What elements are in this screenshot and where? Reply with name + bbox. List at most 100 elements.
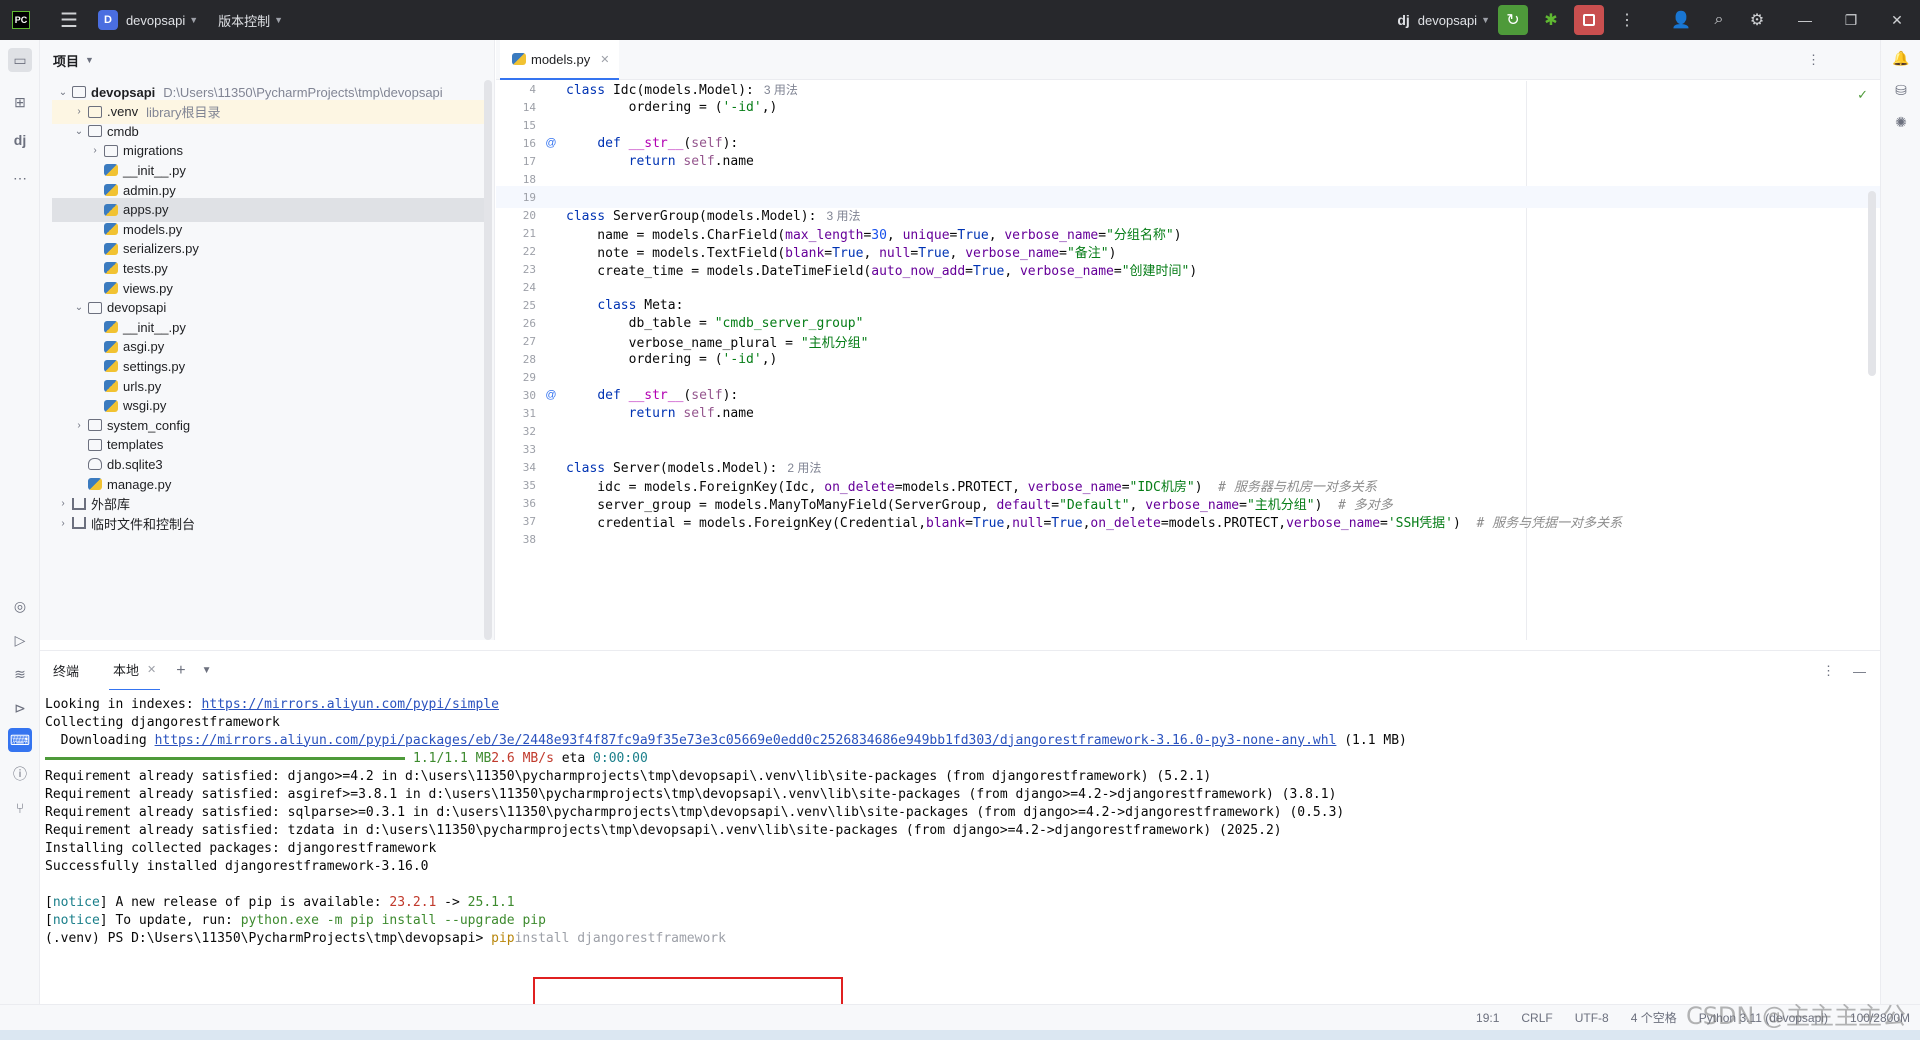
- terminal-icon[interactable]: ⌨: [8, 728, 32, 752]
- chevron-right-icon[interactable]: ›: [88, 145, 102, 156]
- line-number[interactable]: 17: [496, 155, 536, 168]
- terminal-tab-local[interactable]: 本地 ✕: [109, 651, 161, 691]
- chevron-down-icon[interactable]: ▼: [202, 665, 212, 676]
- editor-scrollbar[interactable]: [1868, 191, 1876, 376]
- line-number[interactable]: 29: [496, 371, 536, 384]
- more-tools-icon[interactable]: ⋯: [8, 166, 32, 190]
- new-terminal-icon[interactable]: +: [176, 662, 185, 680]
- ai-assistant-icon[interactable]: ✺: [1889, 110, 1913, 134]
- line-number[interactable]: 22: [496, 245, 536, 258]
- problems-icon[interactable]: ⓘ: [8, 762, 32, 786]
- structure-icon[interactable]: ⊞: [8, 90, 32, 114]
- file-encoding[interactable]: UTF-8: [1575, 1011, 1609, 1025]
- code-text: def __str__(self):: [597, 135, 739, 151]
- restore-button[interactable]: ❐: [1828, 0, 1874, 40]
- layers-icon[interactable]: ≋: [8, 662, 32, 686]
- django-structure-icon[interactable]: dj: [8, 128, 32, 152]
- minimize-button[interactable]: —: [1782, 0, 1828, 40]
- line-number[interactable]: 26: [496, 317, 536, 330]
- project-scrollbar[interactable]: [484, 80, 492, 640]
- close-icon[interactable]: ✕: [600, 53, 609, 66]
- chevron-down-icon[interactable]: ▼: [85, 55, 94, 65]
- stop-button[interactable]: [1574, 5, 1604, 35]
- chevron-down-icon[interactable]: ▼: [1481, 0, 1490, 40]
- line-number[interactable]: 37: [496, 515, 536, 528]
- chevron-right-icon[interactable]: ›: [72, 106, 86, 117]
- terminal-options-icon[interactable]: ⋮: [1822, 663, 1835, 679]
- search-icon[interactable]: ⌕: [1704, 5, 1734, 35]
- line-number[interactable]: 35: [496, 479, 536, 492]
- line-number[interactable]: 27: [496, 335, 536, 348]
- project-switcher[interactable]: devopsapi: [126, 0, 185, 40]
- line-number[interactable]: 33: [496, 443, 536, 456]
- line-number[interactable]: 28: [496, 353, 536, 366]
- git-icon[interactable]: ⑂: [8, 796, 32, 820]
- main-menu-icon[interactable]: ☰: [60, 0, 78, 40]
- line-number[interactable]: 18: [496, 173, 536, 186]
- line-number[interactable]: 19: [496, 191, 536, 204]
- project-folder-icon[interactable]: ▭: [8, 48, 32, 72]
- close-window-button[interactable]: ✕: [1874, 0, 1920, 40]
- line-number[interactable]: 24: [496, 281, 536, 294]
- chevron-right-icon[interactable]: ›: [72, 420, 86, 431]
- project-panel-header[interactable]: 项目 ▼: [40, 40, 494, 80]
- override-marker-icon[interactable]: @: [536, 137, 566, 149]
- project-badge[interactable]: D: [97, 10, 118, 30]
- line-number[interactable]: 16: [496, 137, 536, 150]
- line-number[interactable]: 25: [496, 299, 536, 312]
- debug-icon[interactable]: ✱: [1536, 5, 1566, 35]
- run-config-selector[interactable]: devopsapi: [1418, 0, 1477, 40]
- line-number[interactable]: 14: [496, 101, 536, 114]
- gear-icon[interactable]: ⚙: [1742, 5, 1772, 35]
- vcs-menu[interactable]: 版本控制: [218, 0, 270, 40]
- add-user-icon[interactable]: 👤: [1666, 5, 1696, 35]
- override-marker-icon[interactable]: @: [536, 389, 566, 401]
- inspection-ok-icon[interactable]: ✓: [1857, 87, 1868, 103]
- database-icon[interactable]: ⛁: [1889, 78, 1913, 102]
- line-number[interactable]: 23: [496, 263, 536, 276]
- close-icon[interactable]: ✕: [147, 663, 156, 676]
- python-packages-icon[interactable]: ◎: [8, 594, 32, 618]
- line-separator[interactable]: CRLF: [1521, 1011, 1552, 1025]
- chevron-down-icon[interactable]: ⌄: [56, 87, 70, 98]
- indent-setting[interactable]: 4 个空格: [1631, 1009, 1677, 1026]
- line-number[interactable]: 4: [496, 83, 536, 96]
- code-editor[interactable]: 4 class Idc(models.Model): 3 用法 14 ordering…: [496, 81, 1880, 640]
- line-number[interactable]: 36: [496, 497, 536, 510]
- app-logo[interactable]: PC: [12, 11, 30, 29]
- line-number[interactable]: 20: [496, 209, 536, 222]
- notifications-icon[interactable]: 🔔: [1889, 46, 1913, 70]
- caret-position[interactable]: 19:1: [1476, 1011, 1499, 1025]
- chevron-down-icon[interactable]: ▼: [189, 0, 198, 40]
- python-file-icon: [104, 203, 118, 216]
- line-number[interactable]: 34: [496, 461, 536, 474]
- editor-more-icon[interactable]: ⋮: [1807, 52, 1820, 68]
- more-actions-icon[interactable]: ⋮: [1612, 5, 1642, 35]
- project-panel: 项目 ▼ ⌄ devopsapi D:\Users\11350\PycharmPro…: [40, 40, 495, 640]
- line-number[interactable]: 31: [496, 407, 536, 420]
- tree-item-label: views.py: [123, 280, 173, 296]
- python-file-icon: [88, 478, 102, 490]
- tab-models-py[interactable]: models.py ✕: [500, 40, 620, 80]
- terminal-header: 终端 本地 ✕ + ▼ ⋮ —: [40, 650, 1880, 691]
- line-number[interactable]: 15: [496, 119, 536, 132]
- line-number[interactable]: 21: [496, 227, 536, 240]
- folder-icon: [88, 105, 102, 118]
- terminal-output[interactable]: Looking in indexes: https://mirrors.aliy…: [40, 690, 1880, 1004]
- chevron-right-icon[interactable]: ›: [56, 518, 70, 529]
- line-number[interactable]: 38: [496, 533, 536, 546]
- line-number[interactable]: 32: [496, 425, 536, 438]
- line-number[interactable]: 30: [496, 389, 536, 402]
- chevron-down-icon[interactable]: ⌄: [72, 302, 86, 313]
- chevron-down-icon[interactable]: ⌄: [72, 126, 86, 137]
- chevron-down-icon[interactable]: ▼: [274, 0, 283, 40]
- rerun-button[interactable]: ↻: [1498, 5, 1528, 35]
- python-file-icon: [104, 223, 118, 236]
- run-icon[interactable]: ▷: [8, 628, 32, 652]
- tree-item[interactable]: › 临时文件和控制台: [52, 511, 484, 535]
- services-icon[interactable]: ⊳: [8, 696, 32, 720]
- chevron-right-icon[interactable]: ›: [56, 498, 70, 509]
- terminal-line: Successfully installed djangorestframewo…: [45, 858, 429, 874]
- hide-panel-icon[interactable]: —: [1853, 664, 1866, 679]
- folder-icon: [88, 419, 102, 432]
